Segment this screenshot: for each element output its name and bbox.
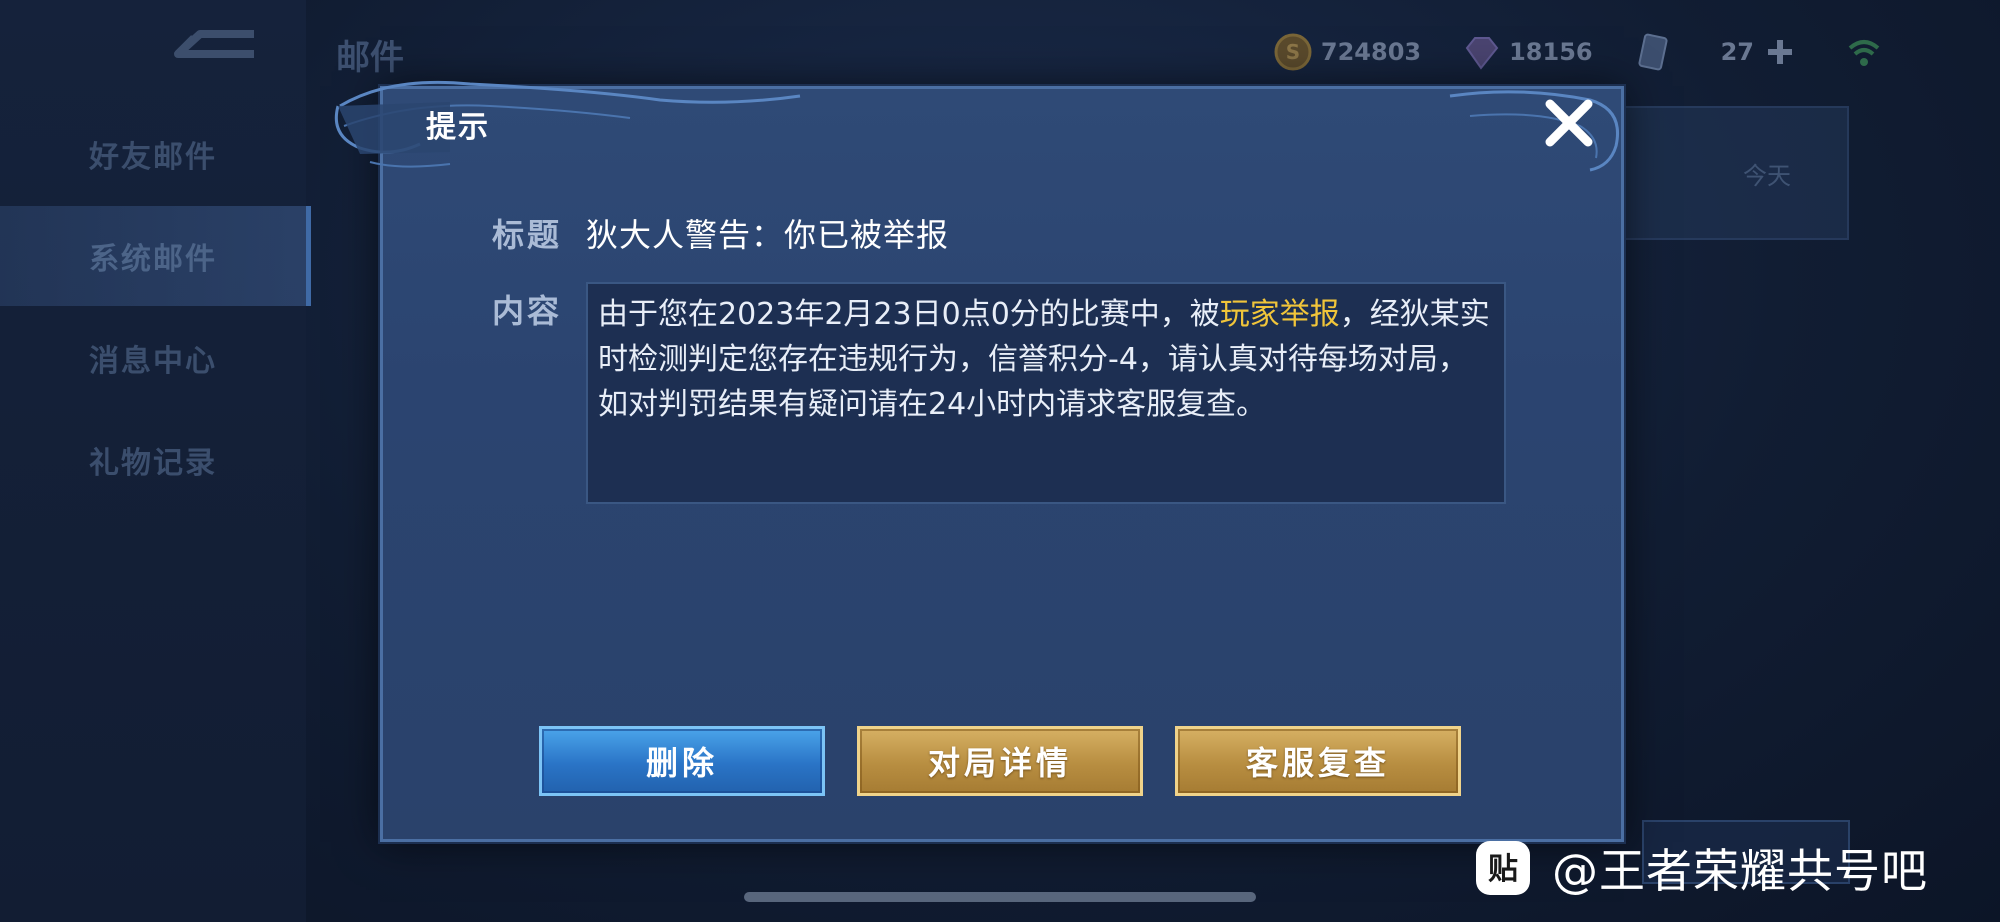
content-label: 内容: [492, 292, 563, 330]
coin-amount: 724803: [1320, 38, 1422, 66]
watermark: 贴 @王者荣耀共号吧: [1474, 836, 1928, 900]
mail-date: 今天: [1743, 162, 1791, 190]
match-details-button[interactable]: 对局详情: [857, 726, 1143, 796]
mail-content-text: 由于您在2023年2月23日0点0分的比赛中，被玩家举报，经狄某实时检测判定您存…: [598, 292, 1494, 427]
ticket-card-icon: [1638, 33, 1668, 71]
gem-amount: 18156: [1509, 38, 1593, 66]
svg-text:贴: 贴: [1488, 852, 1518, 887]
sidebar-item-friend-mail[interactable]: 好友邮件: [0, 104, 306, 204]
svg-text:S: S: [1286, 40, 1300, 64]
plus-icon[interactable]: [1764, 36, 1796, 68]
dialog-ornament-left: [334, 80, 801, 168]
sidebar-item-label: 好友邮件: [89, 140, 217, 175]
ticket-amount: 27: [1720, 38, 1754, 66]
mail-sidebar: 好友邮件 系统邮件 消息中心 礼物记录: [0, 0, 311, 922]
customer-review-button[interactable]: 客服复查: [1175, 726, 1461, 796]
content-highlight-player-report: 玩家举报: [1219, 297, 1340, 332]
sidebar-item-label: 礼物记录: [89, 446, 217, 481]
home-indicator[interactable]: [744, 892, 1256, 902]
ticket-balance[interactable]: 27: [1633, 32, 1804, 72]
tieba-logo-icon: 贴: [1476, 841, 1530, 895]
match-details-button-label: 对局详情: [927, 744, 1072, 782]
sidebar-item-label: 系统邮件: [89, 242, 217, 277]
sidebar-item-gift-record[interactable]: 礼物记录: [0, 410, 306, 510]
mail-content-box: 由于您在2023年2月23日0点0分的比赛中，被玩家举报，经狄某实时检测判定您存…: [586, 282, 1506, 504]
coin-balance: S 724803: [1273, 32, 1421, 72]
delete-button[interactable]: 删除: [539, 726, 825, 796]
sidebar-item-label: 消息中心: [89, 344, 217, 379]
sidebar-item-message-center[interactable]: 消息中心: [0, 308, 306, 408]
back-arrow-icon[interactable]: [170, 24, 260, 74]
content-text-before: 由于您在2023年2月23日0点0分的比赛中，被: [598, 297, 1220, 332]
title-label: 标题: [492, 216, 563, 254]
resource-bar: S 724803 18156 27: [1273, 24, 2000, 80]
dialog-title: 提示: [426, 110, 490, 145]
close-icon[interactable]: [1540, 94, 1598, 152]
coin-icon: S: [1274, 33, 1312, 71]
customer-review-button-label: 客服复查: [1245, 744, 1390, 782]
sidebar-item-system-mail[interactable]: 系统邮件: [0, 206, 311, 306]
delete-button-label: 删除: [645, 744, 718, 782]
mail-subject: 狄大人警告：你已被举报: [586, 216, 950, 254]
dialog-ornament-right: [1449, 90, 1619, 172]
watermark-text: @王者荣耀共号吧: [1552, 844, 1928, 898]
wifi-signal-icon: [1848, 40, 1880, 66]
